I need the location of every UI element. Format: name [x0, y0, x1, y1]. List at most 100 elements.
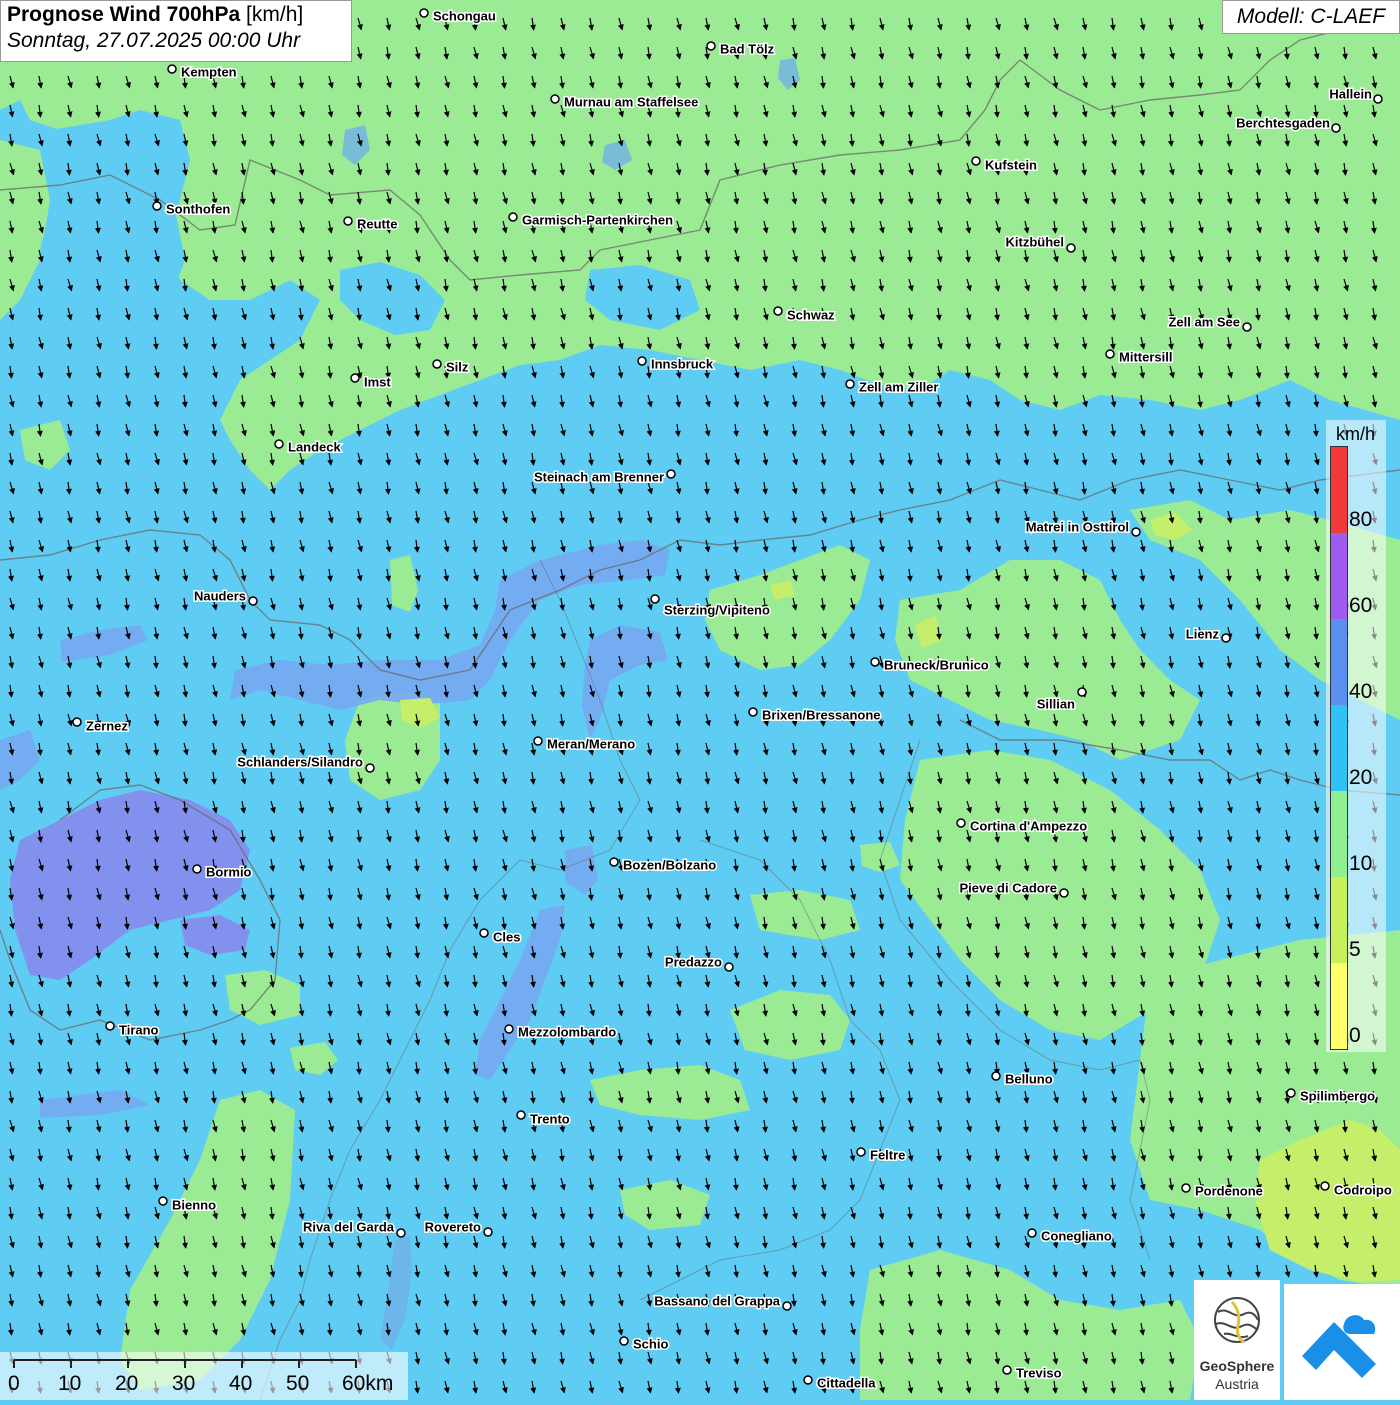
city-zell-am-ziller: Zell am Ziller [845, 378, 940, 396]
city-marker-icon [991, 1071, 1001, 1081]
city-label: Matrei in Osttirol [1026, 519, 1129, 534]
legend-swatch-60-80 [1331, 533, 1347, 619]
city-garmisch-partenkirchen: Garmisch-Partenkirchen [508, 211, 675, 229]
city-marker-icon [483, 1227, 493, 1237]
city-marker-icon [1131, 527, 1141, 537]
city-marker-icon [479, 928, 489, 938]
scale-label: 30 [172, 1372, 196, 1395]
city-label: Murnau am Staffelsee [564, 94, 698, 109]
city-label: Kufstein [985, 157, 1037, 172]
city-marker-icon [773, 306, 783, 316]
map-title-unit: [km/h] [246, 3, 304, 26]
geosphere-subtitle: Austria [1215, 1376, 1259, 1392]
city-marker-icon [192, 864, 202, 874]
city-marker-icon [508, 212, 518, 222]
map-title: Prognose Wind 700hPa [km/h] [7, 3, 345, 27]
legend-swatch-10-20 [1331, 791, 1347, 877]
city-label: Berchtesgaden [1236, 115, 1330, 130]
city-label: Bad Tölz [720, 41, 775, 56]
city-marker-icon [396, 1228, 406, 1238]
city-marker-icon [782, 1301, 792, 1311]
city-label: Conegliano [1041, 1228, 1112, 1243]
city-label: Zell am See [1168, 314, 1240, 329]
city-marker-icon [1221, 633, 1231, 643]
city-marker-icon [158, 1196, 168, 1206]
city-marker-icon [724, 962, 734, 972]
city-murnau-am-staffelsee: Murnau am Staffelsee [550, 93, 700, 111]
city-marker-icon [1002, 1365, 1012, 1375]
city-label: Hallein [1329, 86, 1372, 101]
city-marker-icon [1077, 687, 1087, 697]
city-marker-icon [803, 1375, 813, 1385]
city-label: Lienz [1186, 626, 1220, 641]
city-label: Meran/Merano [547, 736, 635, 751]
map-title-main: Prognose Wind 700hPa [7, 3, 241, 26]
city-riva-del-garda: Riva del Garda [301, 1218, 406, 1238]
city-marker-icon [504, 1024, 514, 1034]
city-label: Silz [446, 359, 469, 374]
city-label: Belluno [1005, 1071, 1053, 1086]
city-matrei-in-osttirol: Matrei in Osttirol [1024, 518, 1141, 537]
legend-swatch-over-80 [1331, 447, 1347, 533]
city-label: Mittersill [1119, 349, 1172, 364]
city-label: Pieve di Cadore [959, 880, 1057, 895]
city-marker-icon [167, 64, 177, 74]
city-label: Bozen/Bolzano [623, 857, 716, 872]
city-label: Schlanders/Silandro [237, 754, 363, 769]
city-label: Predazzo [665, 954, 722, 969]
city-marker-icon [1066, 243, 1076, 253]
weather-app-logo[interactable] [1284, 1284, 1400, 1400]
city-label: Codroipo [1334, 1182, 1392, 1197]
legend-label-0: 0 [1349, 1024, 1361, 1047]
city-label: Innsbruck [651, 356, 714, 371]
city-label: Brixen/Bressanone [762, 707, 881, 722]
city-pordenone: Pordenone [1181, 1182, 1264, 1200]
city-label: Garmisch-Partenkirchen [522, 212, 673, 227]
forecast-datetime: Sonntag, 27.07.2025 00:00 Uhr [7, 29, 301, 52]
city-marker-icon [152, 201, 162, 211]
city-brixen-bressanone: Brixen/Bressanone [748, 706, 882, 724]
scale-bar: 0 10 20 30 40 50 60km [0, 1352, 408, 1400]
city-marker-icon [619, 1336, 629, 1346]
legend-swatch-40-60 [1331, 619, 1347, 705]
legend-label-80: 80 [1349, 508, 1373, 531]
city-marker-icon [365, 763, 375, 773]
city-label: Nauders [194, 588, 246, 603]
city-label: Bienno [172, 1197, 216, 1212]
city-marker-icon [856, 1147, 866, 1157]
scale-label: 20 [115, 1372, 139, 1395]
color-legend: km/h 80 60 40 20 10 5 0 [1326, 420, 1386, 1052]
city-pieve-di-cadore: Pieve di Cadore [958, 879, 1069, 898]
geosphere-austria-logo[interactable]: GeoSphere Austria [1194, 1280, 1280, 1400]
city-label: Bormio [206, 864, 252, 879]
wind-forecast-map[interactable]: Schongau Bad Tölz Kempten Murnau am Staffel… [0, 0, 1400, 1400]
city-marker-icon [845, 379, 855, 389]
city-marker-icon [516, 1110, 526, 1120]
city-marker-icon [72, 717, 82, 727]
city-marker-icon [650, 594, 660, 604]
city-label: Bassano del Grappa [654, 1293, 780, 1308]
city-marker-icon [1242, 322, 1252, 332]
city-label: Sillian [1037, 696, 1075, 711]
city-marker-icon [748, 707, 758, 717]
city-marker-icon [432, 359, 442, 369]
city-label: Bruneck/Brunico [884, 657, 989, 672]
city-marker-icon [343, 216, 353, 226]
city-zell-am-see: Zell am See [1167, 313, 1252, 332]
geosphere-emblem-icon [1214, 1297, 1260, 1344]
city-label: Cles [493, 929, 520, 944]
city-marker-icon [666, 469, 676, 479]
city-marker-icon [956, 818, 966, 828]
city-marker-icon [637, 356, 647, 366]
legend-swatch-5-10 [1331, 877, 1347, 963]
city-marker-icon [1181, 1183, 1191, 1193]
city-label: Schwaz [787, 307, 835, 322]
city-marker-icon [1105, 349, 1115, 359]
city-marker-icon [1286, 1088, 1296, 1098]
city-marker-icon [870, 657, 880, 667]
city-label: Schongau [433, 8, 496, 23]
city-marker-icon [706, 41, 716, 51]
legend-label-5: 5 [1349, 938, 1361, 961]
city-marker-icon [1027, 1228, 1037, 1238]
city-label: Reutte [357, 216, 397, 231]
